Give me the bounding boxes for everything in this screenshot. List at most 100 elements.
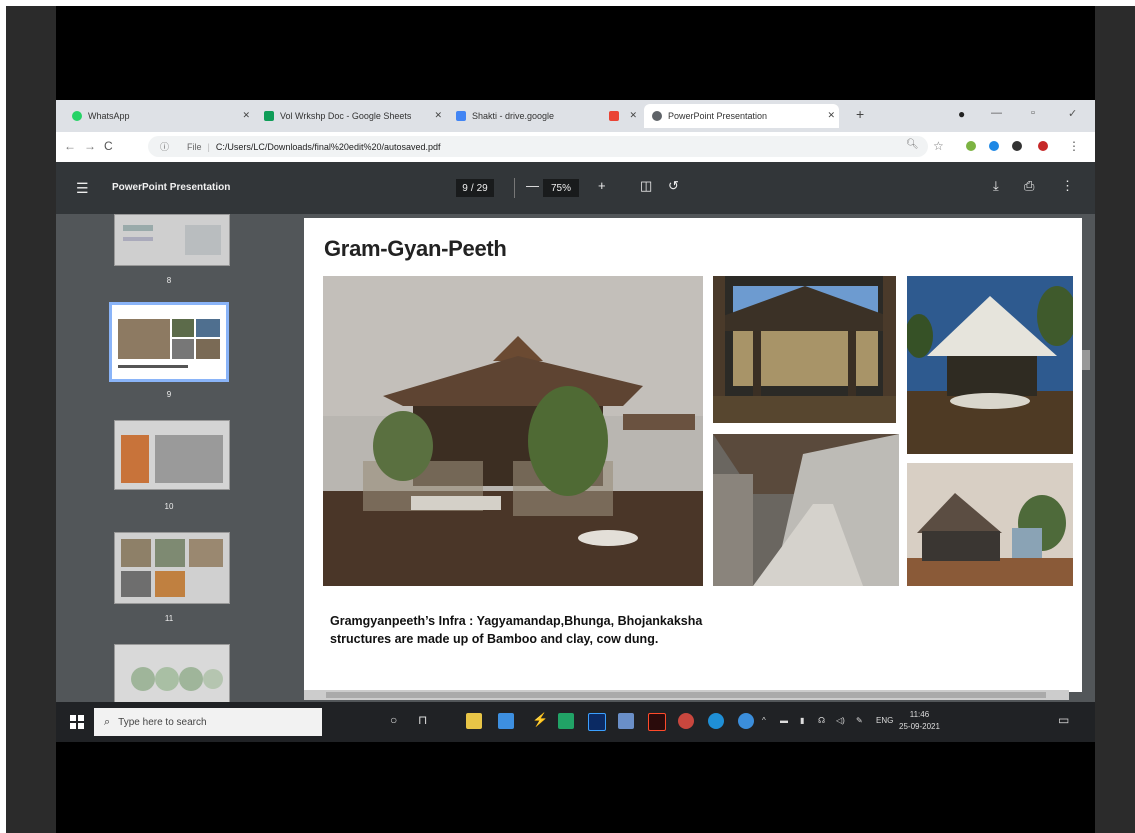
zoom-out-button[interactable]: — (526, 178, 539, 193)
network-app-icon[interactable] (618, 713, 634, 729)
puzzle-icon[interactable] (1012, 141, 1022, 151)
page-indicator[interactable]: 9 / 29 (456, 179, 494, 197)
tab-title: WhatsApp (88, 111, 130, 121)
tab-title: Vol Wrkshp Doc - Google Sheets (280, 111, 412, 121)
photo-white-roof-hut (907, 276, 1073, 454)
tab-pdf-small[interactable]: ✕ (601, 104, 641, 128)
pdf-icon (609, 111, 619, 121)
browser-tab-strip: WhatsApp ✕ Vol Wrkshp Doc - Google Sheet… (56, 100, 1095, 132)
tab-title: Shakti - drive.google (472, 111, 555, 121)
app-icon[interactable] (738, 713, 754, 729)
close-icon[interactable]: ✕ (434, 110, 442, 121)
document-title: PowerPoint Presentation (112, 182, 231, 193)
close-icon[interactable]: ✕ (629, 110, 637, 121)
thumbnail-image (112, 305, 226, 379)
menu-icon[interactable]: ☰ (76, 180, 89, 197)
forward-button[interactable]: → (84, 139, 96, 153)
tab-whatsapp[interactable]: WhatsApp ✕ (64, 104, 254, 128)
chevron-up-icon[interactable]: ^ (762, 716, 766, 725)
close-icon[interactable]: ✕ (242, 110, 250, 121)
sheets-icon[interactable] (558, 713, 574, 729)
chrome-icon[interactable] (678, 713, 694, 729)
pen-icon[interactable]: ✎ (856, 716, 863, 725)
zoom-icon[interactable]: 🔍︎ (906, 139, 919, 150)
extension-icon[interactable] (966, 141, 976, 151)
print-icon[interactable]: ⎙ (1024, 178, 1034, 194)
photo-bamboo-gate (713, 276, 896, 423)
minimize-button[interactable]: — (991, 107, 1002, 119)
volume-icon[interactable]: ◁) (836, 716, 845, 725)
pdf-toolbar: ☰ PowerPoint Presentation 9 / 29 — 75% +… (56, 162, 1095, 214)
thumbnail-image (115, 421, 229, 489)
vertical-scrollbar-thumb[interactable] (1082, 350, 1090, 370)
extension-icon[interactable] (989, 141, 999, 151)
total-pages: 29 (476, 182, 488, 194)
thumbnail-image (115, 645, 229, 702)
new-tab-button[interactable]: + (856, 106, 864, 122)
thumbnail-page[interactable] (114, 644, 230, 702)
screen-border-top (56, 6, 1095, 100)
taskbar-search[interactable]: ⌕ Type here to search (94, 708, 322, 736)
screen-border-left (6, 6, 56, 833)
thumbnail-image (115, 215, 229, 265)
avatar[interactable] (1038, 141, 1048, 151)
photoshop-icon[interactable] (588, 713, 606, 731)
drive-icon (456, 111, 466, 121)
url-protocol: File (187, 141, 202, 152)
chrome-menu-icon[interactable]: ⋮ (1068, 139, 1080, 153)
edge-icon[interactable] (708, 713, 724, 729)
task-view-icon[interactable]: ⊓ (418, 713, 427, 727)
clock[interactable]: 11:46 25-09-2021 (899, 709, 940, 733)
back-button[interactable]: ← (64, 139, 76, 153)
more-options-icon[interactable]: ⋮ (1061, 178, 1074, 194)
tab-title: PowerPoint Presentation (668, 111, 768, 121)
thumbnail-page[interactable] (114, 214, 230, 266)
zoom-level[interactable]: 75% (543, 179, 579, 197)
info-icon: ⓘ (160, 142, 170, 152)
windows-start-button[interactable] (70, 715, 84, 729)
battery-icon[interactable]: ▬ (780, 716, 788, 725)
tray-icon[interactable]: ▮ (800, 716, 804, 725)
close-window-button[interactable]: ✓ (1068, 107, 1077, 120)
tab-powerpoint-presentation[interactable]: PowerPoint Presentation ✕ (644, 104, 839, 128)
slide-caption: Gramgyanpeeth’s Infra : Yagyamandap,Bhun… (330, 612, 830, 648)
zoom-value[interactable]: 75% (551, 183, 571, 194)
url-text: C:/Users/LC/Downloads/final%20edit%20/au… (215, 141, 441, 152)
thumbnail-image (115, 533, 229, 603)
mail-icon[interactable] (498, 713, 514, 729)
slide-title: Gram-Gyan-Peeth (324, 236, 507, 261)
thumbnail-page-selected[interactable] (109, 302, 229, 382)
horizontal-scrollbar[interactable] (304, 690, 1069, 700)
screen-border-right (1095, 6, 1135, 833)
clock-time: 11:46 (909, 710, 930, 719)
reload-button[interactable]: C (104, 139, 113, 153)
download-icon[interactable]: ⤓ (993, 178, 999, 194)
tab-drive[interactable]: Shakti - drive.google (448, 104, 598, 128)
cortana-icon[interactable]: ○ (390, 713, 397, 727)
current-page[interactable]: 9 (462, 183, 468, 194)
url-bar[interactable]: ⓘ File | C:/Users/LC/Downloads/final%20e… (148, 136, 928, 157)
scrollbar-thumb[interactable] (326, 692, 1046, 698)
caption-line: structures are made up of Bamboo and cla… (330, 632, 659, 646)
close-icon[interactable]: ✕ (827, 110, 835, 121)
rotate-icon[interactable]: ↺ (668, 178, 679, 194)
fit-page-icon[interactable]: ◫ (640, 178, 652, 194)
thumbnail-page[interactable] (114, 532, 230, 604)
tab-google-sheets[interactable]: Vol Wrkshp Doc - Google Sheets ✕ (256, 104, 446, 128)
thumbnail-page[interactable] (114, 420, 230, 490)
maximize-button[interactable]: ▫ (1031, 107, 1035, 119)
profile-icon[interactable]: ● (958, 107, 965, 121)
network-icon[interactable]: ☊ (818, 716, 825, 725)
bookmark-star-icon[interactable]: ☆ (933, 139, 944, 153)
sheets-icon (264, 111, 274, 121)
notification-icon[interactable]: ▭ (1058, 713, 1069, 727)
zoom-in-button[interactable]: + (598, 178, 606, 193)
globe-icon (652, 111, 662, 121)
address-bar-row: ← → C ⓘ File | C:/Users/LC/Downloads/fin… (56, 132, 1095, 163)
bolt-icon[interactable]: ⚡ (532, 712, 548, 728)
language-indicator[interactable]: ENG (876, 716, 893, 725)
thumbnail-sidebar: 8 9 10 11 (56, 214, 282, 702)
whatsapp-icon (72, 111, 82, 121)
file-explorer-icon[interactable] (466, 713, 482, 729)
illustrator-icon[interactable] (648, 713, 666, 731)
